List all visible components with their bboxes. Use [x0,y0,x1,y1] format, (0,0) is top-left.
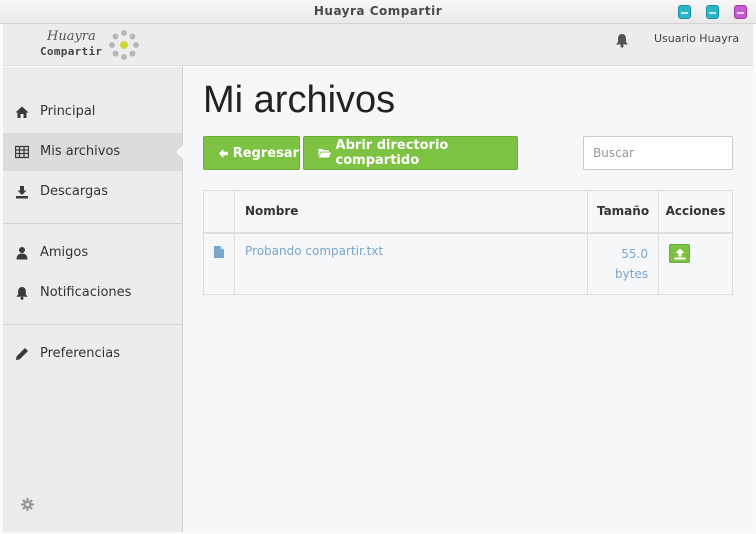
folder-open-icon [318,148,332,158]
sidebar-item-label: Descargas [40,184,109,199]
share-upload-button[interactable] [669,243,690,263]
app-header: Huayra Compartir Usuario Huayra [3,24,753,66]
table-icon [15,145,29,159]
close-button[interactable] [734,5,747,19]
sidebar-item-label: Mis archivos [40,144,121,159]
header-icon-column [203,190,235,233]
sidebar-item-principal[interactable]: Principal [3,93,182,131]
user-icon [16,247,28,260]
sidebar: Principal Mis archivos Descargas Amigos [3,67,183,532]
download-icon [16,186,28,199]
file-name-cell: Probando compartir.txt [234,232,588,295]
logo-flower-icon [109,30,139,60]
back-button-label: Regresar [232,145,299,161]
file-size-unit: bytes [614,266,648,281]
settings-gear-icon[interactable] [21,498,34,511]
open-shared-folder-button[interactable]: Abrir directorio compartido [303,136,518,170]
minimize-button[interactable] [678,5,691,19]
table-header-row: Nombre Tamaño Acciones [203,190,733,233]
open-shared-folder-label: Abrir directorio compartido [335,138,449,168]
user-name-menu[interactable]: Usuario Huayra [654,32,739,45]
sidebar-item-preferencias[interactable]: Preferencias [3,335,182,373]
sidebar-divider [3,324,182,325]
header-actions: Acciones [658,190,733,233]
file-actions-cell [658,232,733,295]
window-titlebar: Huayra Compartir [0,0,756,24]
file-size-cell: 55.0 bytes [587,232,659,295]
sidebar-divider [3,223,182,224]
logo-line1: Huayra [47,29,96,44]
back-button[interactable]: Regresar [203,136,300,170]
header-size[interactable]: Tamaño [587,190,659,233]
sidebar-item-label: Preferencias [40,346,121,361]
sidebar-item-notificaciones[interactable]: Notificaciones [3,274,182,312]
sidebar-item-label: Amigos [40,245,89,260]
arrow-left-icon [218,148,228,158]
file-icon [214,245,224,258]
notifications-bell-icon[interactable] [615,33,629,48]
sidebar-item-descargas[interactable]: Descargas [3,173,182,211]
file-size-value: 55.0 [621,246,648,261]
upload-icon [674,248,686,259]
file-icon-cell [203,232,235,295]
home-icon [15,106,29,118]
file-name-link[interactable]: Probando compartir.txt [245,244,383,258]
sidebar-item-amigos[interactable]: Amigos [3,234,182,272]
files-table: Nombre Tamaño Acciones Probando comparti… [203,190,733,295]
header-name[interactable]: Nombre [234,190,588,233]
app-logo: Huayra Compartir [40,27,150,63]
maximize-button[interactable] [706,5,719,19]
bell-icon [16,287,28,300]
main-content: Mi archivos Regresar Abrir directorio co… [184,67,753,532]
page-title: Mi archivos [203,79,396,121]
window-title: Huayra Compartir [313,4,443,18]
logo-line2: Compartir [40,45,103,58]
sidebar-item-mis-archivos[interactable]: Mis archivos [3,133,183,171]
sidebar-item-label: Notificaciones [40,285,132,300]
search-input[interactable] [583,136,733,170]
pencil-icon [16,348,28,360]
sidebar-item-label: Principal [40,104,96,119]
table-row: Probando compartir.txt 55.0 bytes [203,232,733,295]
